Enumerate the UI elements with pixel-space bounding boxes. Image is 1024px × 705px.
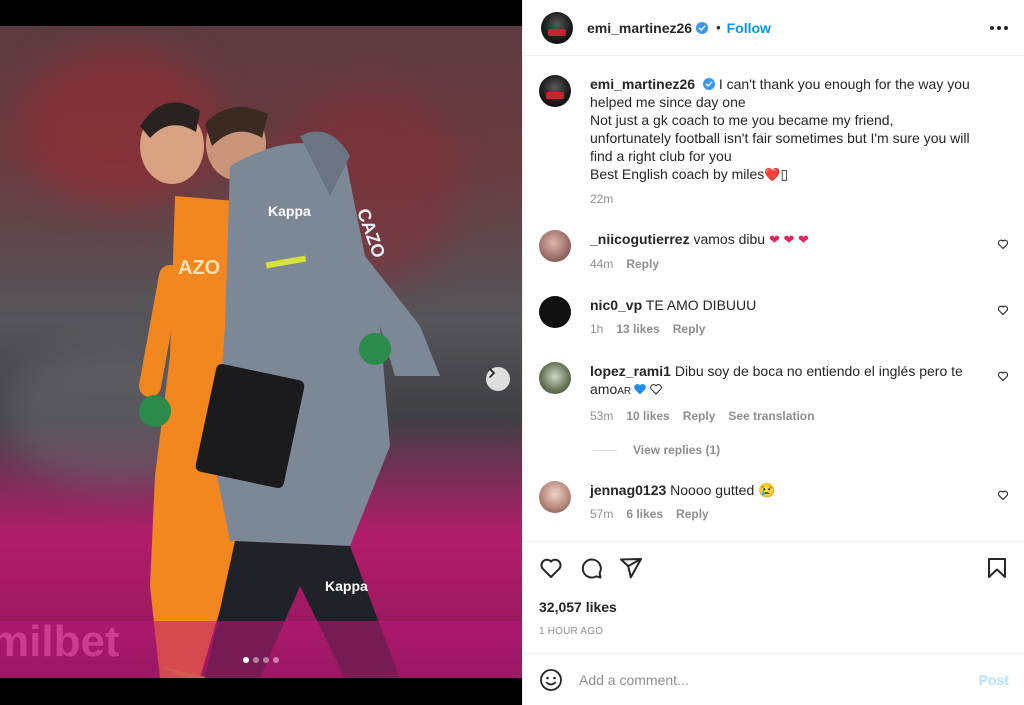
caption-body: emi_martinez26 I can't thank you enough …	[590, 75, 975, 208]
like-heart-icon[interactable]	[539, 556, 563, 580]
carousel-dot	[273, 657, 279, 663]
comment-body: lopez_rami1 Dibu soy de boca no entiendo…	[590, 362, 975, 425]
post-comment-button[interactable]: Post	[979, 672, 1009, 688]
share-paper-plane-icon[interactable]	[619, 556, 643, 580]
add-comment-input[interactable]	[579, 671, 979, 688]
reply-button[interactable]: Reply	[626, 255, 659, 273]
caption-meta: 22m	[590, 190, 975, 208]
comment-time[interactable]: 57m	[590, 505, 613, 523]
comment-row: nic0_vp TE AMO DIBUUU 1h 13 likes Reply	[539, 296, 1009, 346]
likes-count[interactable]: 32,057 likes	[539, 599, 617, 615]
reply-button[interactable]: Reply	[673, 320, 706, 338]
post-photo[interactable]: AZO Kappa Kappa CAZO milbet	[0, 26, 522, 678]
reply-button[interactable]: Reply	[676, 505, 709, 523]
verified-badge-icon	[702, 78, 715, 90]
comment-likes[interactable]: 13 likes	[616, 320, 659, 338]
comment-text: TE AMO DIBUUU	[645, 297, 757, 313]
see-translation-button[interactable]: See translation	[728, 407, 814, 425]
commenter-avatar[interactable]	[539, 296, 571, 328]
comment-composer: Post	[523, 653, 1024, 705]
view-replies-button[interactable]: View replies (1)	[593, 443, 720, 457]
comment-like-heart-icon[interactable]	[997, 489, 1009, 501]
caption-time[interactable]: 22m	[590, 190, 613, 208]
comment-time[interactable]: 1h	[590, 320, 603, 338]
caption: emi_martinez26 I can't thank you enough …	[539, 75, 1009, 215]
comment-username[interactable]: lopez_rami1	[590, 363, 671, 379]
commenter-avatar[interactable]	[539, 481, 571, 513]
comment-body: jennag0123 Noooo gutted 😢 57m 6 likes Re…	[590, 481, 975, 523]
commenter-avatar[interactable]	[539, 362, 571, 394]
comment-like-heart-icon[interactable]	[997, 370, 1009, 382]
caption-text-line3: Best English coach by miles	[590, 166, 765, 182]
media-panel: AZO Kappa Kappa CAZO milbet	[0, 0, 522, 705]
comments-list[interactable]: emi_martinez26 I can't thank you enough …	[523, 57, 1024, 541]
comment-row: jennag0123 Noooo gutted 😢 57m 6 likes Re…	[539, 481, 1009, 531]
white-heart-icon	[650, 384, 662, 395]
comment-icon[interactable]	[579, 556, 603, 580]
flag-suffix: AR	[617, 386, 632, 397]
author-username[interactable]: emi_martinez26	[587, 20, 692, 36]
comment-time[interactable]: 53m	[590, 407, 613, 425]
instagram-post-view: AZO Kappa Kappa CAZO milbet emi_martinez…	[0, 0, 1024, 705]
caption-username[interactable]: emi_martinez26	[590, 76, 695, 92]
carousel-dot	[243, 657, 249, 663]
replies-divider	[593, 449, 617, 451]
blue-heart-icon	[634, 384, 646, 395]
comment-body: nic0_vp TE AMO DIBUUU 1h 13 likes Reply	[590, 296, 975, 338]
emoji-picker-icon[interactable]	[539, 668, 563, 692]
comment-likes[interactable]: 6 likes	[626, 505, 663, 523]
comment-emoji: ❤ ❤ ❤	[768, 232, 809, 247]
carousel-dot	[263, 657, 269, 663]
comment-meta: 44m Reply	[590, 255, 975, 273]
players-illustration: AZO Kappa Kappa CAZO milbet	[0, 102, 522, 678]
action-icons	[539, 556, 643, 580]
comment-row: lopez_rami1 Dibu soy de boca no entiendo…	[539, 362, 1009, 432]
comment-likes[interactable]: 10 likes	[626, 407, 669, 425]
verified-badge-icon	[696, 21, 709, 34]
comment-text: Noooo gutted	[670, 482, 755, 498]
caption-text-line2: Not just a gk coach to me you became my …	[590, 112, 970, 164]
comment-like-heart-icon[interactable]	[997, 238, 1009, 250]
post-actions: 32,057 likes 1 HOUR AGO	[523, 541, 1024, 653]
comment-username[interactable]: jennag0123	[590, 482, 666, 498]
more-horizontal-icon	[990, 26, 1008, 30]
commenter-avatar[interactable]	[539, 230, 571, 262]
save-bookmark-icon[interactable]	[985, 556, 1009, 580]
next-image-button[interactable]	[486, 367, 510, 391]
author-avatar[interactable]	[541, 11, 573, 44]
post-header: emi_martinez26 • Follow	[523, 0, 1024, 56]
separator: •	[716, 20, 721, 35]
carousel-dot	[253, 657, 259, 663]
comment-username[interactable]: nic0_vp	[590, 297, 642, 313]
comment-username[interactable]: _niicogutierrez	[590, 231, 690, 247]
comment-emoji: 😢	[758, 482, 776, 498]
svg-text:AZO: AZO	[178, 257, 220, 279]
chevron-right-icon	[489, 368, 495, 378]
post-side-panel: emi_martinez26 • Follow emi_martinez26 I…	[522, 0, 1024, 705]
comment-meta: 53m 10 likes Reply See translation	[590, 407, 975, 425]
comment-time[interactable]: 44m	[590, 255, 613, 273]
comment-meta: 1h 13 likes Reply	[590, 320, 975, 338]
more-options-button[interactable]	[987, 16, 1011, 40]
reply-button[interactable]: Reply	[683, 407, 716, 425]
post-timestamp[interactable]: 1 HOUR AGO	[539, 626, 603, 637]
carousel-indicator	[243, 657, 279, 663]
comment-row: _niicogutierrez vamos dibu ❤ ❤ ❤ 44m Rep…	[539, 230, 1009, 280]
follow-button[interactable]: Follow	[727, 20, 771, 36]
comment-meta: 57m 6 likes Reply	[590, 505, 975, 523]
comment-like-heart-icon[interactable]	[997, 304, 1009, 316]
svg-text:Kappa: Kappa	[325, 578, 368, 594]
comment-text: vamos dibu	[693, 231, 766, 247]
caption-missing-glyph: ▯	[780, 166, 789, 182]
comment-body: _niicogutierrez vamos dibu ❤ ❤ ❤ 44m Rep…	[590, 230, 975, 273]
svg-text:milbet: milbet	[0, 617, 120, 666]
svg-text:Kappa: Kappa	[268, 203, 311, 219]
caption-avatar[interactable]	[539, 75, 571, 107]
caption-heart-emoji: ❤️	[764, 167, 781, 182]
view-replies-label: View replies (1)	[633, 443, 721, 457]
